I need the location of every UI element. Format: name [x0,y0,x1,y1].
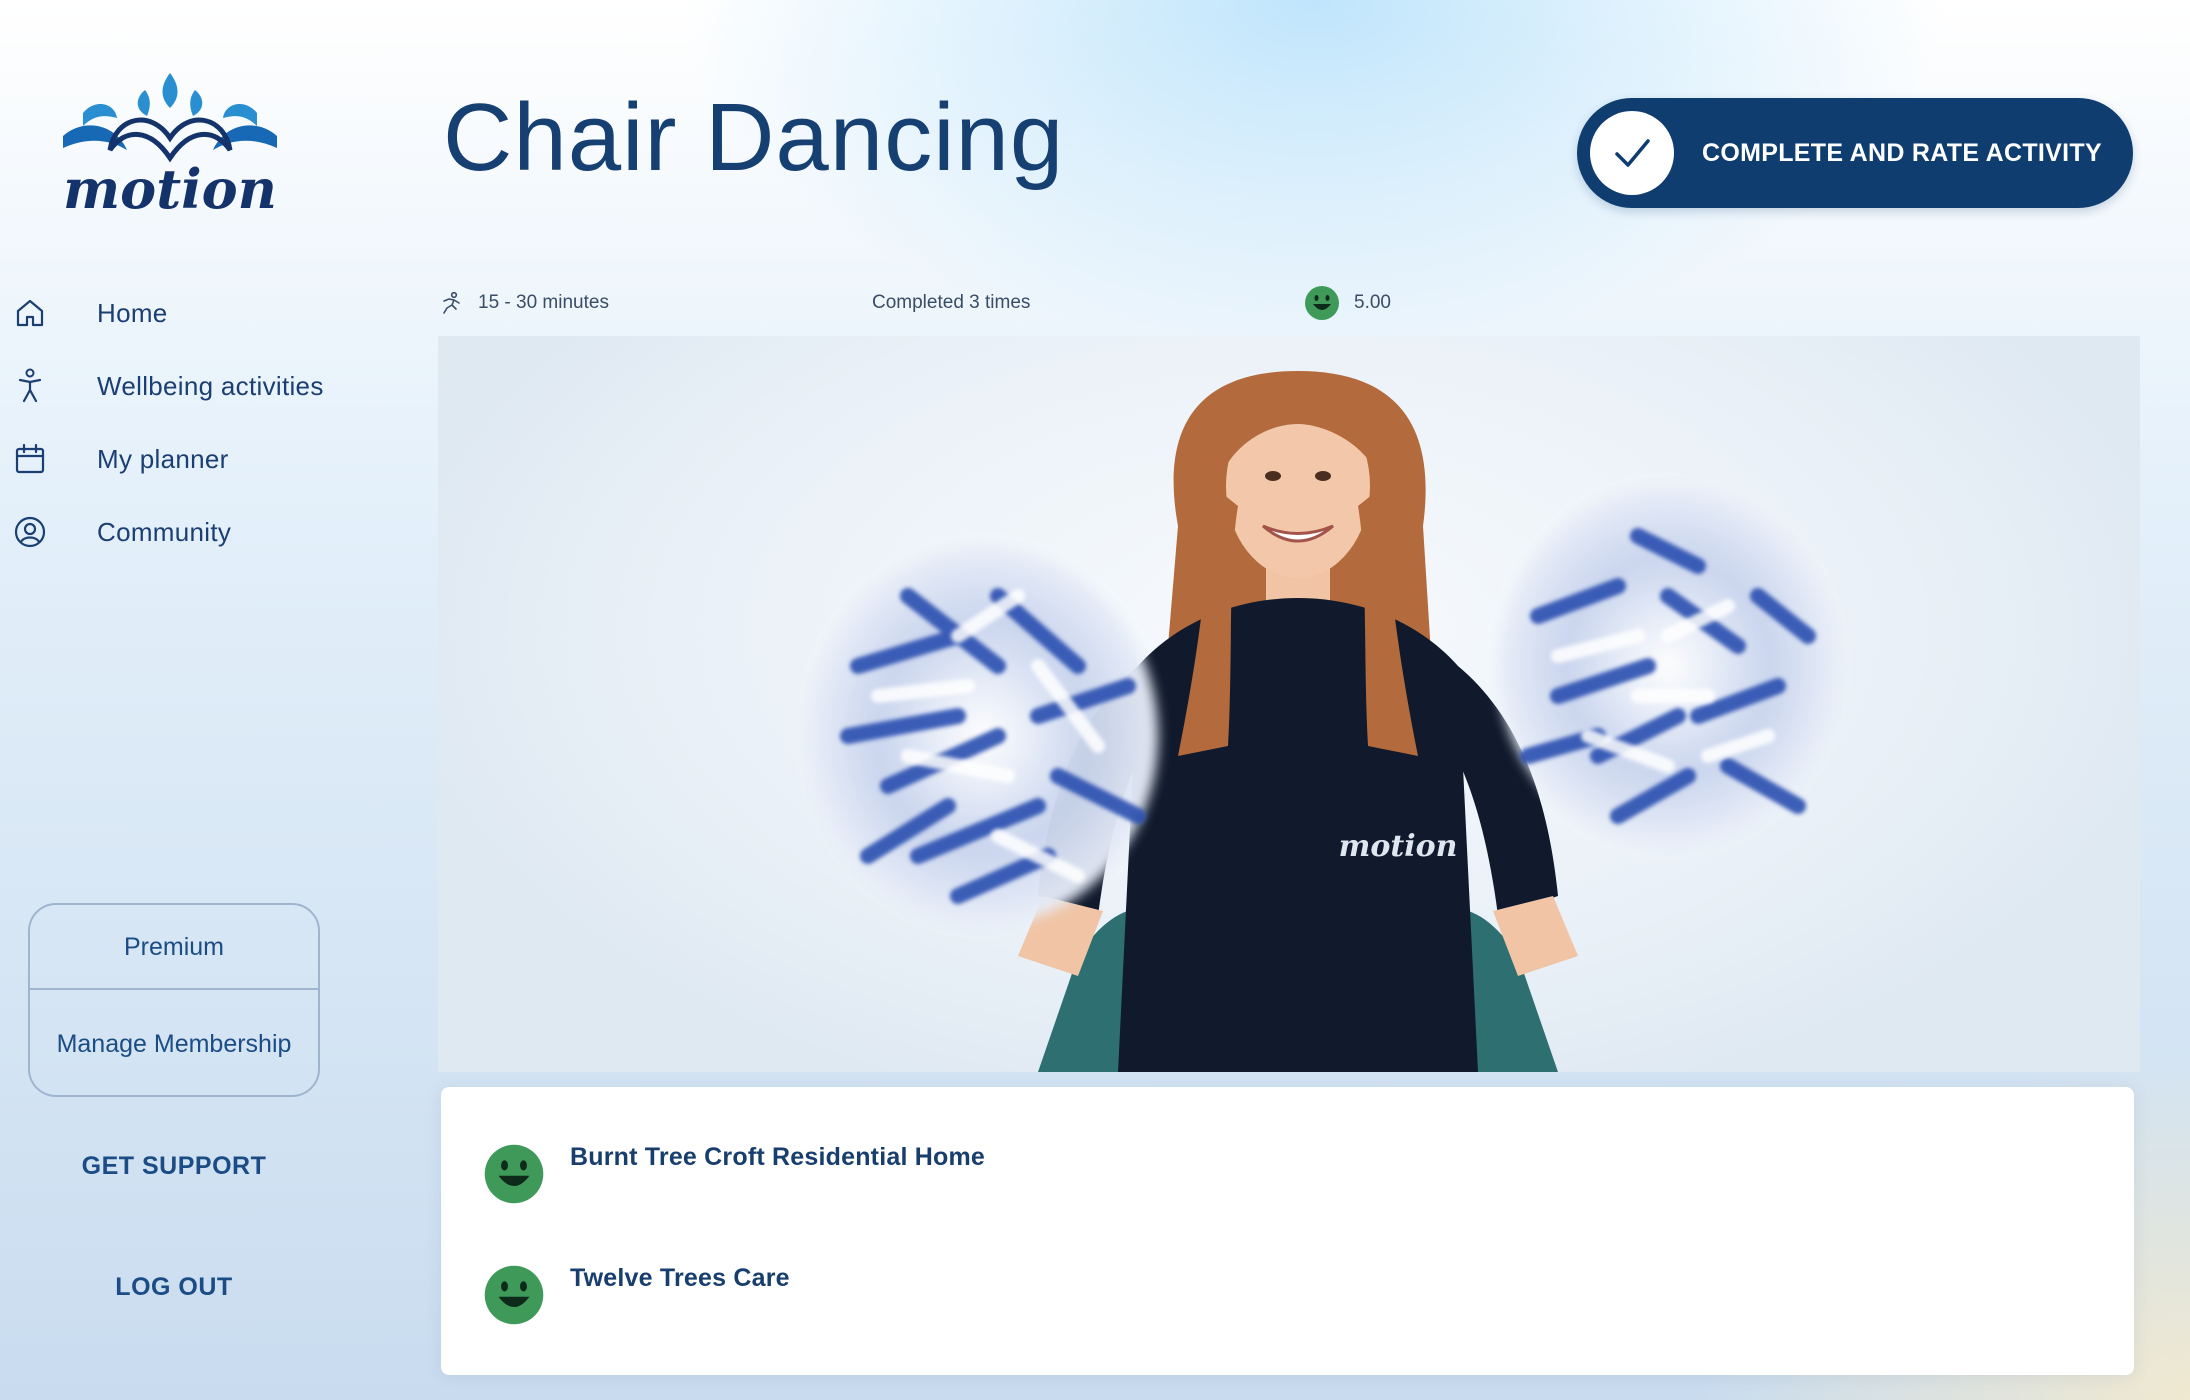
rating-info: 5.00 [1304,283,1391,323]
happy-face-icon [483,1143,545,1205]
list-item: Twelve Trees Care [483,1264,790,1326]
manage-membership-button[interactable]: Manage Membership [30,990,318,1095]
review-author: Twelve Trees Care [570,1264,790,1292]
sidebar-item-home[interactable]: Home [0,283,400,343]
sidebar-item-my-planner[interactable]: My planner [0,429,400,489]
get-support-link[interactable]: GET SUPPORT [28,1152,320,1181]
sidebar-item-label: Home [97,297,168,328]
home-icon [0,283,60,343]
completed-count: Completed 3 times [872,283,1030,323]
sidebar-item-label: Wellbeing activities [97,370,324,401]
instructor-video-frame: motion [808,371,1838,1072]
motion-logo[interactable]: motion [55,68,285,228]
sidebar-item-community[interactable]: Community [0,502,400,562]
sidebar-item-wellbeing-activities[interactable]: Wellbeing activities [0,356,400,416]
complete-and-rate-label: COMPLETE AND RATE ACTIVITY [1702,138,2102,167]
sidebar-item-label: Community [97,516,232,547]
running-person-icon [440,291,464,315]
membership-panel: Premium Manage Membership [28,903,320,1097]
rating-value: 5.00 [1354,292,1391,313]
complete-and-rate-button[interactable]: COMPLETE AND RATE ACTIVITY [1577,98,2133,208]
user-circle-icon [0,502,60,562]
duration-info: 15 - 30 minutes [440,283,609,323]
premium-button[interactable]: Premium [30,905,318,990]
lotus-icon: motion [63,73,277,221]
person-activity-icon [0,356,60,416]
svg-text:motion: motion [63,157,277,221]
sidebar-item-label: My planner [97,443,229,474]
checkmark-icon [1590,111,1674,195]
review-author: Burnt Tree Croft Residential Home [570,1143,985,1171]
duration-text: 15 - 30 minutes [478,292,609,313]
list-item: Burnt Tree Croft Residential Home [483,1143,985,1205]
reviews-panel: Burnt Tree Croft Residential Home Twelve… [441,1087,2134,1375]
completed-text: Completed 3 times [872,292,1031,313]
happy-face-icon [1304,285,1340,321]
log-out-link[interactable]: LOG OUT [28,1273,320,1302]
calendar-icon [0,429,60,489]
page-title: Chair Dancing [443,84,1065,191]
sidebar: motion Home Wellbeing activities My plan… [0,0,420,1400]
activity-video[interactable]: motion [438,336,2140,1072]
happy-face-icon [483,1264,545,1326]
shirt-logo-text: motion [1339,829,1458,864]
